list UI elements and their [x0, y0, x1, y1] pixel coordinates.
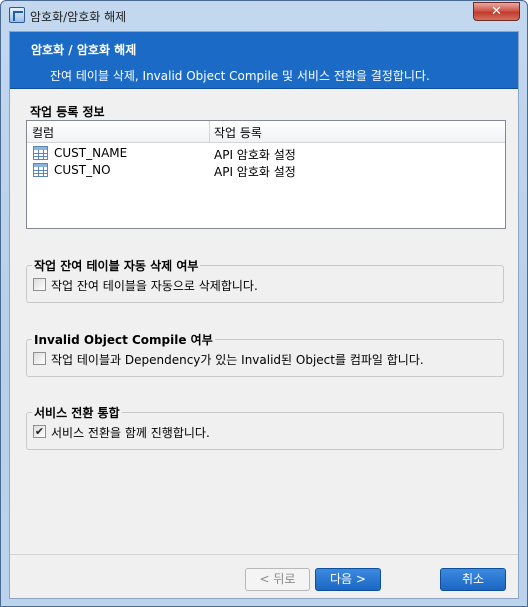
footer-divider — [10, 554, 518, 555]
groupbox-title: Invalid Object Compile 여부 — [32, 331, 215, 348]
groupbox-service-switch: 서비스 전환 통합 ✔ 서비스 전환을 함께 진행합니다. — [26, 404, 504, 450]
window-title: 암호화/암호화 해제 — [30, 10, 127, 24]
table-row[interactable]: CUST_NAME API 암호화 설정 — [27, 145, 505, 162]
invalid-compile-checkbox[interactable] — [33, 352, 46, 365]
auto-delete-checkbox[interactable] — [33, 278, 46, 291]
groupbox-title: 작업 잔여 테이블 자동 삭제 여부 — [32, 257, 201, 274]
dialog-client: 암호화 / 암호화 해제 잔여 테이블 삭제, Invalid Object C… — [9, 31, 519, 599]
back-button[interactable]: < 뒤로 — [245, 568, 310, 591]
table-icon — [33, 146, 48, 160]
table-icon — [33, 163, 48, 177]
cell-task: API 암호화 설정 — [214, 148, 296, 162]
checkbox-label[interactable]: 작업 테이블과 Dependency가 있는 Invalid된 Object를 … — [51, 351, 424, 368]
wizard-header: 암호화 / 암호화 해제 잔여 테이블 삭제, Invalid Object C… — [10, 32, 518, 89]
app-icon — [9, 7, 25, 23]
column-header-task[interactable]: 작업 등록 — [214, 124, 262, 141]
table-row[interactable]: CUST_NO API 암호화 설정 — [27, 162, 505, 179]
groupbox-title: 서비스 전환 통합 — [32, 404, 122, 421]
cell-column-name: CUST_NO — [54, 163, 111, 177]
header-description: 잔여 테이블 삭제, Invalid Object Compile 및 서비스 … — [50, 69, 430, 83]
next-button[interactable]: 다음 > — [315, 568, 381, 591]
cell-column-name: CUST_NAME — [54, 146, 128, 160]
checkbox-label[interactable]: 작업 잔여 테이블을 자동으로 삭제합니다. — [51, 277, 258, 294]
title-bar[interactable]: 암호화/암호화 해제 ✕ — [1, 1, 527, 29]
close-button[interactable]: ✕ — [473, 2, 520, 21]
header-title: 암호화 / 암호화 해제 — [31, 43, 137, 57]
groupbox-invalid-compile: Invalid Object Compile 여부 작업 테이블과 Depend… — [26, 331, 504, 377]
column-separator[interactable] — [209, 121, 210, 143]
column-header-column[interactable]: 컬럼 — [32, 124, 54, 141]
cell-task: API 암호화 설정 — [214, 165, 296, 179]
task-info-label: 작업 등록 정보 — [30, 105, 105, 119]
grid-header: 컬럼 작업 등록 — [27, 121, 505, 143]
cancel-button[interactable]: 취소 — [440, 568, 506, 591]
service-switch-checkbox[interactable]: ✔ — [33, 425, 46, 438]
task-grid[interactable]: 컬럼 작업 등록 CUST_NAME API 암호화 설정 CUST_NO AP… — [26, 120, 506, 229]
dialog-window: 암호화/암호화 해제 ✕ 암호화 / 암호화 해제 잔여 테이블 삭제, Inv… — [0, 0, 528, 607]
groupbox-auto-delete: 작업 잔여 테이블 자동 삭제 여부 작업 잔여 테이블을 자동으로 삭제합니다… — [26, 257, 504, 303]
checkbox-label[interactable]: 서비스 전환을 함께 진행합니다. — [51, 424, 210, 441]
